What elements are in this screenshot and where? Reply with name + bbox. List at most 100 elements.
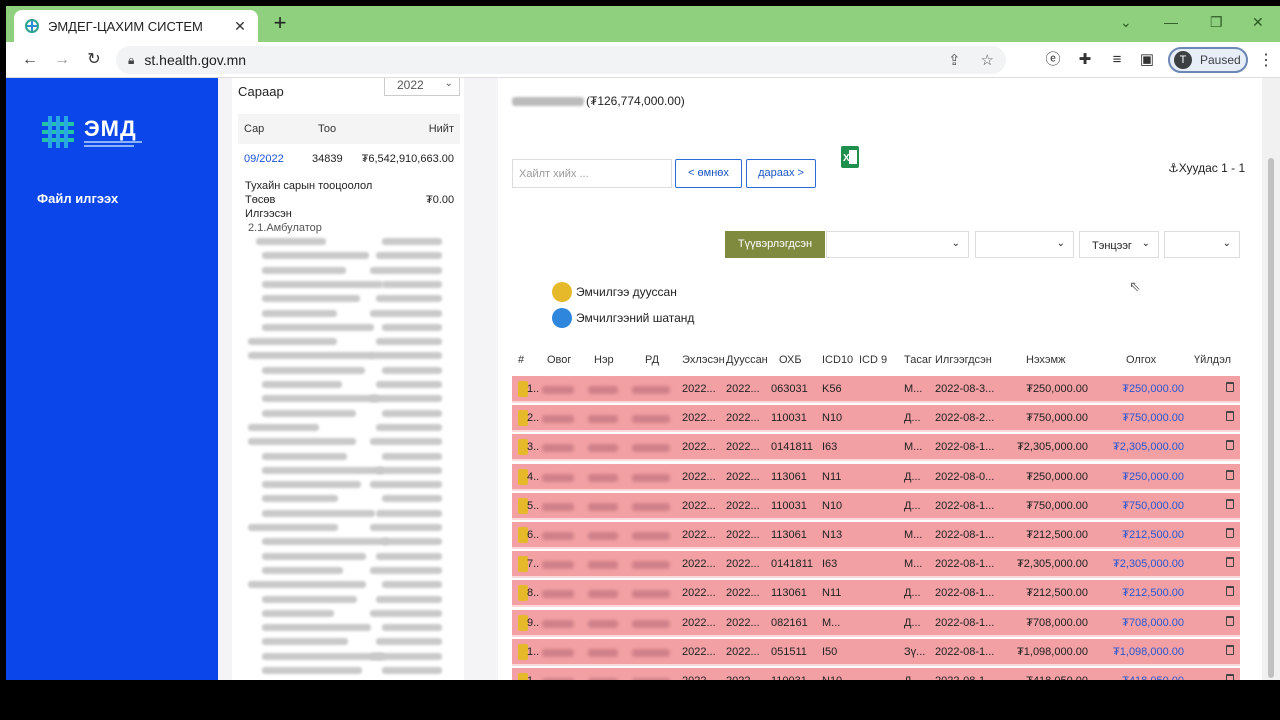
redacted-label bbox=[262, 509, 375, 517]
clipboard-icon[interactable] bbox=[1226, 498, 1234, 509]
column-header: ОХБ bbox=[779, 354, 802, 366]
filter-select-status[interactable]: Тэнцээг ⌄ bbox=[1079, 231, 1159, 258]
table-row[interactable]: 1.. 2022... 2022... 063031 K56 М... 2022-08-3.… bbox=[512, 376, 1240, 403]
page-info-text: Хуудас 1 - 1 bbox=[1178, 161, 1246, 175]
clipboard-icon[interactable] bbox=[1226, 382, 1234, 392]
pay-amount-link[interactable]: ₮418,050.00 bbox=[1122, 675, 1184, 680]
column-header: РД bbox=[645, 354, 660, 366]
pay-amount-link[interactable]: ₮2,305,000.00 bbox=[1113, 441, 1184, 453]
share-icon[interactable]: ⇪ bbox=[948, 51, 961, 69]
filter-tag[interactable]: Түүвэрлэгдсэн bbox=[725, 231, 825, 258]
logo-subtitle-graphic bbox=[84, 141, 142, 147]
clipboard-icon[interactable] bbox=[1226, 440, 1234, 451]
redacted-value bbox=[370, 266, 442, 274]
pay-amount-link[interactable]: ₮250,000.00 bbox=[1122, 471, 1184, 483]
row-number: 6.. bbox=[527, 529, 540, 541]
redacted-surname bbox=[542, 532, 574, 540]
chevron-down-icon: ⌄ bbox=[1056, 238, 1065, 249]
table-row[interactable]: 1.. 2022... 2022... 110031 N10 Д... 2022-08-1.… bbox=[512, 668, 1240, 680]
search-input[interactable]: Хайлт хийх ... bbox=[512, 159, 672, 188]
next-page-button[interactable]: дараах > bbox=[746, 159, 816, 188]
legend-label-finished: Эмчилгээ дууссан bbox=[576, 285, 677, 299]
claim-amount: ₮250,000.00 bbox=[1026, 383, 1088, 395]
summary-table-row[interactable]: 09/2022 34839 ₮6,542,910,663.00 bbox=[238, 144, 460, 174]
redacted-value bbox=[370, 609, 442, 617]
department: М... bbox=[904, 383, 923, 395]
extension-e-icon[interactable]: ⓔ bbox=[1044, 51, 1062, 69]
excel-export-icon[interactable]: X bbox=[840, 145, 860, 169]
filter-select-2[interactable]: ⌄ bbox=[975, 231, 1074, 258]
address-bar[interactable]: 🔒︎ st.health.gov.mn ⇪ ☆ bbox=[116, 46, 1006, 74]
prev-page-button[interactable]: < өмнөх bbox=[675, 159, 742, 188]
new-tab-button[interactable]: + bbox=[268, 12, 292, 36]
profile-status: Paused bbox=[1200, 53, 1241, 67]
clipboard-icon[interactable] bbox=[1226, 528, 1234, 538]
redacted-label bbox=[248, 581, 366, 589]
table-row[interactable]: 2.. 2022... 2022... 110031 N10 Д... 2022-08-2.… bbox=[512, 405, 1240, 433]
bookmark-star-icon[interactable]: ☆ bbox=[981, 51, 994, 69]
pay-amount-link[interactable]: ₮750,000.00 bbox=[1122, 500, 1184, 512]
table-row[interactable]: 1.. 2022... 2022... 051511 I50 Зү... 2022-08-1… bbox=[512, 638, 1240, 666]
profile-button[interactable]: T Paused bbox=[1168, 47, 1248, 73]
reload-button[interactable]: ↻ bbox=[84, 50, 104, 70]
clipboard-icon[interactable] bbox=[1226, 469, 1234, 480]
back-button[interactable]: ← bbox=[20, 50, 40, 70]
table-row[interactable]: 5.. 2022... 2022... 110031 N10 Д... 2022-08-1.… bbox=[512, 492, 1240, 520]
lock-icon: 🔒︎ bbox=[128, 52, 135, 67]
table-row[interactable]: 3.. 2022... 2022... 0141811 I63 М... 2022-08-1… bbox=[512, 434, 1240, 462]
redacted-value bbox=[382, 366, 442, 374]
table-row[interactable]: 6.. 2022... 2022... 113061 N13 М... 2022-08-1.… bbox=[512, 522, 1240, 549]
table-row[interactable]: 4.. 2022... 2022... 113061 N11 Д... 2022-08-0.… bbox=[512, 463, 1240, 491]
restore-window-button[interactable]: ❐ bbox=[1210, 14, 1223, 31]
column-header: Олгох bbox=[1126, 354, 1157, 366]
sidebar-item-file-send[interactable]: Файл илгээх bbox=[37, 191, 118, 206]
tab-search-chevron-icon[interactable]: ⌄ bbox=[1120, 14, 1132, 31]
year-value: 2022 bbox=[397, 78, 424, 92]
redacted-value bbox=[376, 252, 442, 260]
table-row[interactable]: 9.. 2022... 2022... 082161 М... Д... 2022-08-1… bbox=[512, 609, 1240, 637]
reading-list-icon[interactable]: ≡ bbox=[1108, 51, 1126, 69]
redacted-value bbox=[382, 409, 442, 417]
pay-amount-link[interactable]: ₮708,000.00 bbox=[1122, 617, 1184, 629]
sent-date: 2022-08-3... bbox=[935, 383, 995, 395]
pay-amount-link[interactable]: ₮1,098,000.00 bbox=[1113, 646, 1184, 658]
redacted-label bbox=[262, 638, 348, 646]
icd10-code: N13 bbox=[822, 529, 843, 541]
minimize-window-button[interactable]: — bbox=[1164, 14, 1178, 30]
start-date: 2022... bbox=[682, 412, 716, 425]
filter-select-4[interactable]: ⌄ bbox=[1164, 231, 1240, 258]
clipboard-icon[interactable] bbox=[1226, 557, 1234, 568]
page-scrollbar[interactable] bbox=[1262, 78, 1280, 680]
redacted-value bbox=[382, 538, 442, 546]
table-row[interactable]: 8.. 2022... 2022... 113061 N11 Д... 2022-08-1.… bbox=[512, 580, 1240, 608]
column-header: Эхлэсэн bbox=[682, 354, 725, 366]
pay-amount-link[interactable]: ₮2,305,000.00 bbox=[1113, 558, 1184, 570]
url-text: st.health.gov.mn bbox=[144, 52, 247, 68]
close-window-button[interactable]: ✕ bbox=[1252, 14, 1264, 31]
sent-date: 2022-08-1... bbox=[935, 675, 994, 680]
redacted-text bbox=[512, 97, 584, 107]
clipboard-icon[interactable] bbox=[1226, 674, 1234, 680]
forward-button[interactable]: → bbox=[52, 50, 72, 70]
extensions-puzzle-icon[interactable]: ✚ bbox=[1076, 51, 1094, 69]
icd10-code: N10 bbox=[822, 675, 842, 680]
year-select[interactable]: 2022 ⌄ bbox=[384, 78, 460, 96]
side-panel-icon[interactable]: ▣ bbox=[1138, 51, 1156, 69]
close-tab-icon[interactable]: ✕ bbox=[232, 18, 248, 35]
pay-amount-link[interactable]: ₮750,000.00 bbox=[1122, 412, 1184, 424]
menu-kebab-icon[interactable]: ⋮ bbox=[1258, 50, 1274, 70]
pay-amount-link[interactable]: ₮212,500.00 bbox=[1122, 529, 1184, 541]
clipboard-icon[interactable] bbox=[1226, 411, 1234, 422]
filter-select-1[interactable]: ⌄ bbox=[826, 231, 969, 258]
month-link[interactable]: 09/2022 bbox=[244, 153, 284, 165]
clipboard-icon[interactable] bbox=[1226, 644, 1234, 655]
clipboard-icon[interactable] bbox=[1226, 615, 1234, 626]
browser-tab[interactable]: ЭМДЕГ-ЦАХИМ СИСТЕМ ✕ bbox=[14, 10, 258, 42]
scrollbar-thumb[interactable] bbox=[1268, 158, 1274, 678]
pay-amount-link[interactable]: ₮212,500.00 bbox=[1122, 587, 1184, 599]
pay-amount-link[interactable]: ₮250,000.00 bbox=[1122, 383, 1184, 395]
clipboard-icon[interactable] bbox=[1226, 586, 1234, 597]
table-row[interactable]: 7.. 2022... 2022... 0141811 I63 М... 2022-08-1… bbox=[512, 551, 1240, 579]
redacted-label bbox=[262, 481, 361, 489]
sent-date: 2022-08-1... bbox=[935, 529, 995, 541]
